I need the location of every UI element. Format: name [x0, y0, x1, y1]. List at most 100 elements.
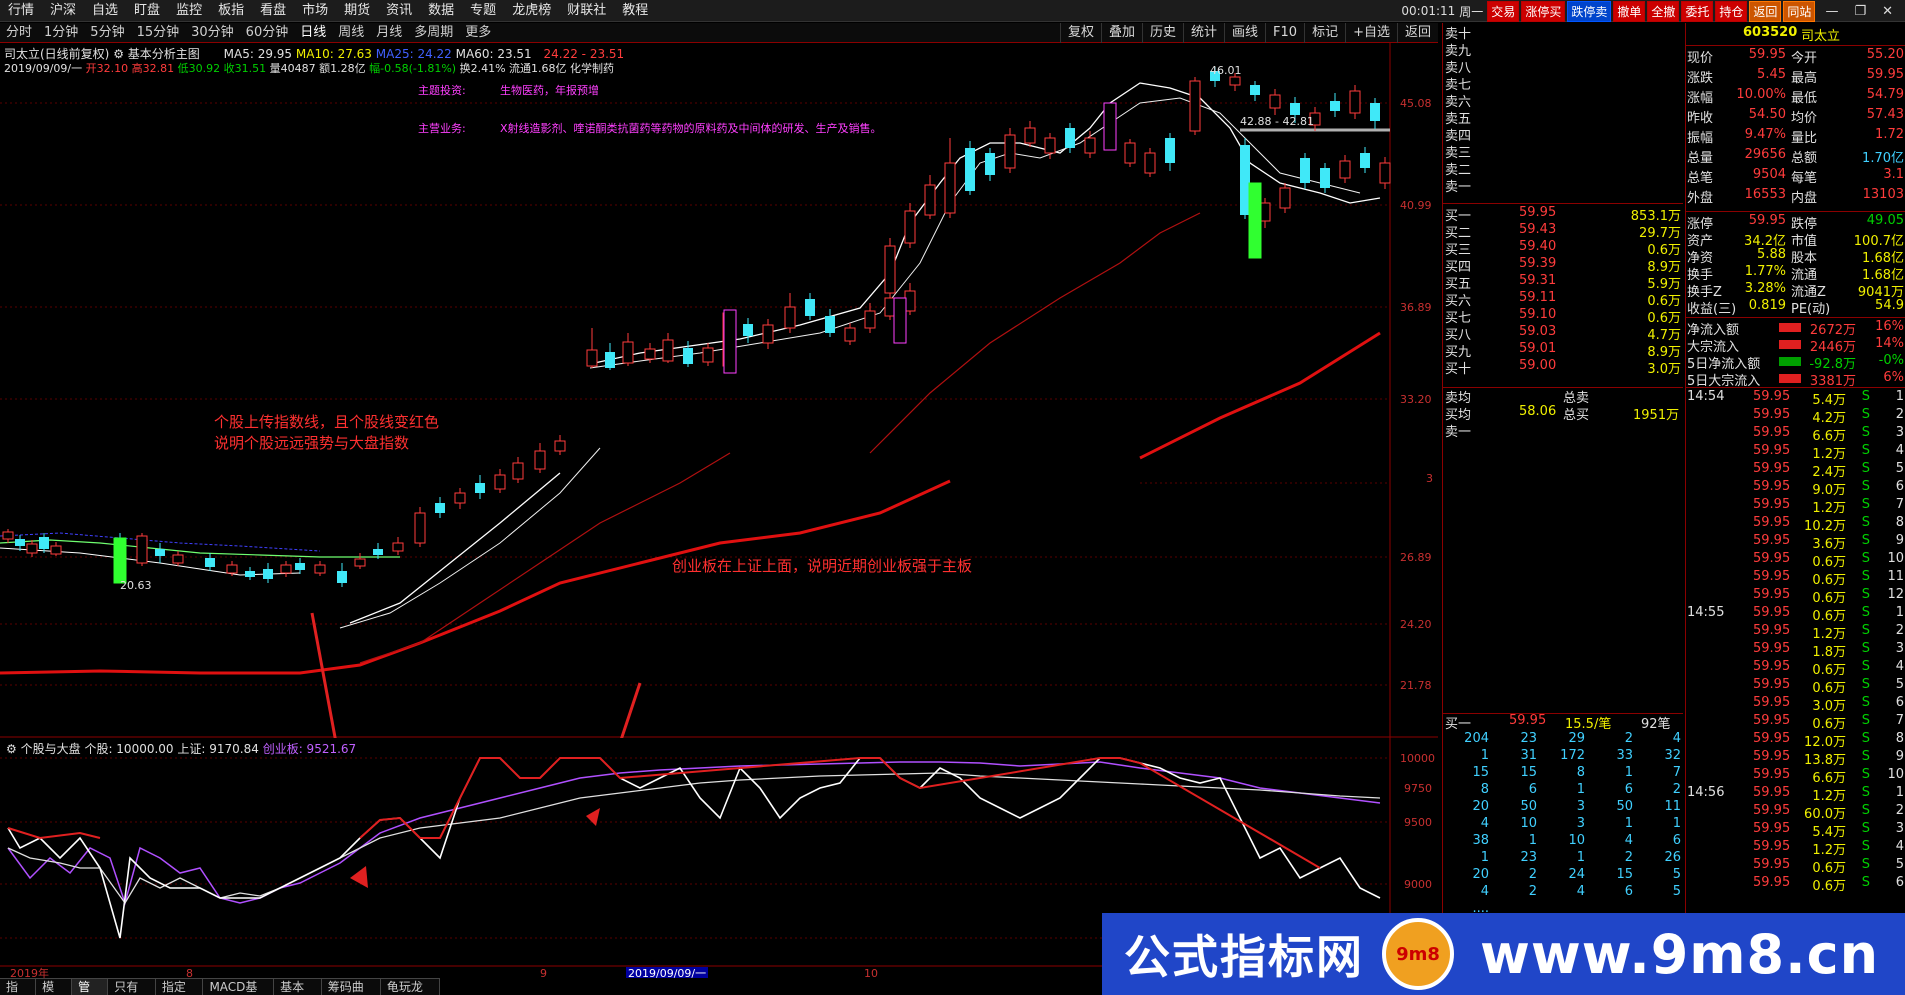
stat2-value-2-a: 5.88 [1757, 247, 1786, 262]
bottom-tab-5[interactable]: MACD基本 [203, 979, 275, 995]
trade-button-7[interactable]: 返回 [1749, 0, 1782, 22]
trade-button-1[interactable]: 涨停买 [1521, 0, 1566, 22]
tick-vol-25: 1.2万 [1812, 843, 1846, 858]
restore-icon[interactable]: ❐ [1848, 4, 1872, 19]
period-tab-3[interactable]: 15分钟 [131, 23, 186, 43]
chart-button-1[interactable]: 叠加 [1100, 23, 1142, 43]
candle-body-0 [2, 531, 14, 540]
trade-button-4[interactable]: 全撤 [1647, 0, 1680, 22]
chart-button-5[interactable]: F10 [1265, 23, 1304, 43]
minimize-icon[interactable]: — [1819, 4, 1844, 19]
menu-item-12[interactable]: 龙虎榜 [504, 0, 559, 22]
tick-price-18: 59.95 [1753, 713, 1791, 728]
period-tab-10[interactable]: 更多 [459, 23, 497, 43]
stat-value-3-b: 57.43 [1866, 107, 1904, 122]
tick-bs-10: S [1861, 569, 1870, 584]
candle-body-75 [1339, 160, 1351, 179]
menu-item-8[interactable]: 期货 [336, 0, 378, 22]
trade-button-2[interactable]: 跌停卖 [1567, 0, 1612, 22]
tick-n-5: 6 [1895, 479, 1904, 494]
menu-item-13[interactable]: 财联社 [559, 0, 614, 22]
xlabel-1: 8 [186, 967, 193, 978]
period-tab-4[interactable]: 30分钟 [185, 23, 240, 43]
trade-button-8[interactable]: 同站 [1783, 0, 1816, 22]
tick-price-7: 59.95 [1753, 515, 1791, 530]
candle-body-57 [1124, 142, 1136, 164]
queue-cell-9-0: 4 [1480, 884, 1489, 899]
bottom-tab-0[interactable]: 指标 [0, 979, 37, 995]
tick-vol-27: 0.6万 [1812, 879, 1846, 894]
stat-label-0-b: 今开 [1791, 51, 1818, 66]
bottom-tab-2[interactable]: 管理 [72, 979, 109, 995]
chart-button-6[interactable]: 标记 [1304, 23, 1345, 43]
tick-price-24: 59.95 [1753, 821, 1791, 836]
main-chart[interactable]: 46.01 42.88 - 42.81 20.63 个股上传指数线，且个股线变红… [0, 43, 1438, 738]
queue-cell-1-3: 33 [1616, 748, 1633, 763]
tick-vol-23: 60.0万 [1804, 807, 1846, 822]
menu-item-3[interactable]: 盯盘 [126, 0, 168, 22]
trade-button-3[interactable]: 撤单 [1613, 0, 1646, 22]
tick-bs-17: S [1861, 695, 1870, 710]
tick-price-15: 59.95 [1753, 659, 1791, 674]
chart-button-0[interactable]: 复权 [1059, 23, 1101, 43]
bottom-tab-6[interactable]: 基本面 [274, 979, 322, 995]
menu-item-9[interactable]: 资讯 [378, 0, 420, 22]
bottom-tab-1[interactable]: 模板 [36, 979, 73, 995]
chart-button-4[interactable]: 画线 [1224, 23, 1265, 43]
menu-item-1[interactable]: 沪深 [42, 0, 84, 22]
period-tab-8[interactable]: 月线 [370, 23, 408, 43]
period-tab-9[interactable]: 多周期 [408, 23, 459, 43]
candle-body-22 [454, 492, 466, 504]
buy1-per: 15.5/笔 [1565, 717, 1612, 732]
chart-button-3[interactable]: 统计 [1183, 23, 1224, 43]
menu-item-6[interactable]: 看盘 [252, 0, 294, 22]
trade-button-5[interactable]: 委托 [1681, 0, 1714, 22]
bottom-tab-4[interactable]: 指定到 [156, 979, 204, 995]
trade-button-6[interactable]: 持仓 [1715, 0, 1748, 22]
tick-bs-20: S [1861, 749, 1870, 764]
tick-vol-10: 0.6万 [1812, 573, 1846, 588]
chart-button-8[interactable]: 返回 [1396, 23, 1438, 43]
period-tab-6[interactable]: 日线 [294, 23, 332, 43]
sub-yaxis-2: 9500 [1404, 816, 1432, 829]
period-tab-7[interactable]: 周线 [332, 23, 370, 43]
chart-button-7[interactable]: +自选 [1345, 23, 1397, 43]
tick-price-2: 59.95 [1753, 425, 1791, 440]
period-tab-0[interactable]: 分时 [0, 23, 38, 43]
period-tab-1[interactable]: 1分钟 [38, 23, 84, 43]
menu-item-4[interactable]: 监控 [168, 0, 210, 22]
close-icon[interactable]: ✕ [1876, 4, 1899, 19]
tick-n-9: 10 [1887, 551, 1904, 566]
stat-label-2-b: 最低 [1791, 91, 1818, 106]
watermark-logo-text: 9m8 [1396, 943, 1440, 965]
highlight-candle-2 [723, 309, 737, 374]
tick-n-7: 8 [1895, 515, 1904, 530]
menu-item-10[interactable]: 数据 [420, 0, 462, 22]
trade-button-0[interactable]: 交易 [1487, 0, 1520, 22]
stat-label-7-b: 内盘 [1791, 191, 1818, 206]
menu-item-2[interactable]: 自选 [84, 0, 126, 22]
tick-vol-14: 1.8万 [1812, 645, 1846, 660]
menu-item-0[interactable]: 行情 [0, 0, 42, 22]
period-tab-2[interactable]: 5分钟 [84, 23, 130, 43]
menu-item-11[interactable]: 专题 [462, 0, 504, 22]
tick-vol-18: 0.6万 [1812, 717, 1846, 732]
stock-code: 603520 [1743, 25, 1798, 40]
bottom-tab-3[interactable]: 只有为 [108, 979, 156, 995]
weekday: 周一 [1459, 4, 1484, 19]
candle-body-65 [1290, 103, 1300, 115]
tick-bs-5: S [1861, 479, 1870, 494]
flow-pct-3: 6% [1883, 370, 1904, 385]
stat-value-3-a: 54.50 [1748, 107, 1786, 122]
bottom-tab-8[interactable]: 龟玩龙门 [381, 979, 440, 995]
queue-cell-6-1: 1 [1528, 833, 1537, 848]
menu-item-7[interactable]: 市场 [294, 0, 336, 22]
chart-button-2[interactable]: 历史 [1141, 23, 1183, 43]
tick-bs-8: S [1861, 533, 1870, 548]
menu-item-5[interactable]: 板指 [210, 0, 252, 22]
bottom-tab-7[interactable]: 筹码曲线 [322, 979, 381, 995]
period-tab-5[interactable]: 60分钟 [240, 23, 295, 43]
stat-label-6-a: 总笔 [1687, 171, 1714, 186]
menu-item-14[interactable]: 教程 [614, 0, 656, 22]
note-1a: 个股上传指数线，且个股线变红色 [214, 413, 439, 431]
